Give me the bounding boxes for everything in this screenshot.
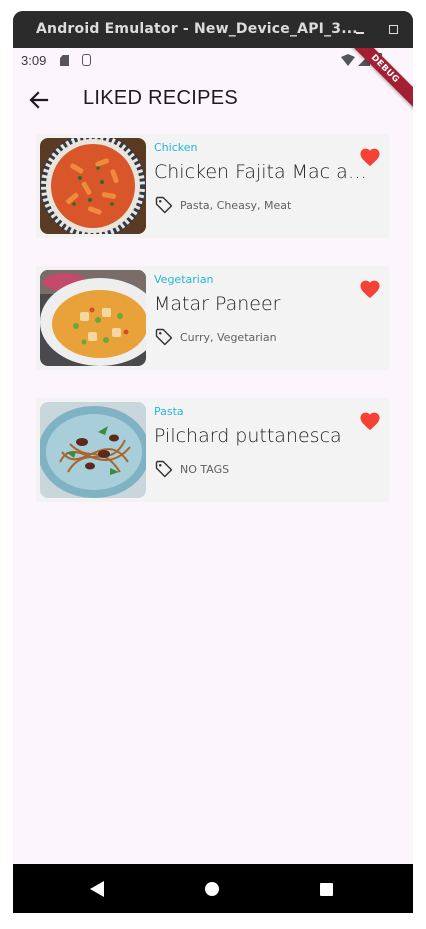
recipe-photo-curry-bowl: [40, 270, 146, 366]
wifi-icon: [341, 54, 355, 66]
recipe-tags: NO TAGS: [180, 463, 230, 476]
tag-icon: [155, 196, 173, 214]
square-recents-icon[interactable]: [320, 883, 333, 896]
maximize-icon[interactable]: [389, 25, 398, 34]
recipe-title: Pilchard puttanesca: [154, 425, 342, 447]
recipe-title: Matar Paneer: [154, 293, 281, 315]
arrow-left-icon: [29, 91, 49, 109]
recipe-photo-spaghetti-plate: [40, 402, 146, 498]
recipe-card[interactable]: Vegetarian Matar Paneer Curry, Vegetaria…: [36, 266, 389, 370]
recipe-image: [40, 402, 146, 498]
triangle-back-icon[interactable]: [90, 881, 104, 897]
tag-icon: [155, 328, 173, 346]
minimize-icon[interactable]: [354, 20, 366, 36]
window-titlebar: Android Emulator - New_Device_API_3...: [13, 11, 413, 48]
emulator-window: Android Emulator - New_Device_API_3... 3…: [13, 11, 413, 913]
app-bar: LIKED RECIPES: [13, 72, 413, 128]
window-title: Android Emulator - New_Device_API_3...: [36, 21, 358, 37]
recipe-title: Chicken Fajita Mac and Cheese: [154, 161, 374, 183]
back-button[interactable]: [25, 86, 53, 114]
heart-icon[interactable]: [359, 279, 381, 299]
recipe-card[interactable]: Pasta Pilchard puttanesca NO TAGS: [36, 398, 389, 502]
system-nav-bar: [13, 864, 413, 913]
recipe-category: Chicken: [154, 141, 198, 154]
heart-icon[interactable]: [359, 147, 381, 167]
recipe-category: Pasta: [154, 405, 184, 418]
status-time: 3:09: [21, 53, 47, 68]
recipe-category: Vegetarian: [154, 273, 214, 286]
recipe-image: [40, 270, 146, 366]
circle-home-icon[interactable]: [205, 882, 219, 896]
heart-icon[interactable]: [359, 411, 381, 431]
status-bar: 3:09: [13, 48, 413, 72]
recipe-image: [40, 138, 146, 234]
recipe-photo-pasta-plate: [40, 138, 146, 234]
page-title: LIKED RECIPES: [83, 87, 239, 109]
recipe-tags: Pasta, Cheasy, Meat: [180, 199, 292, 212]
sd-card-icon: [60, 55, 69, 66]
notification-icon: [82, 54, 91, 66]
device-screen: 3:09 DEBUG LIKED RECIPES Chicken Chicken…: [13, 48, 413, 864]
tag-icon: [155, 460, 173, 478]
recipe-card[interactable]: Chicken Chicken Fajita Mac and Cheese Pa…: [36, 134, 389, 238]
recipe-tags: Curry, Vegetarian: [180, 331, 277, 344]
